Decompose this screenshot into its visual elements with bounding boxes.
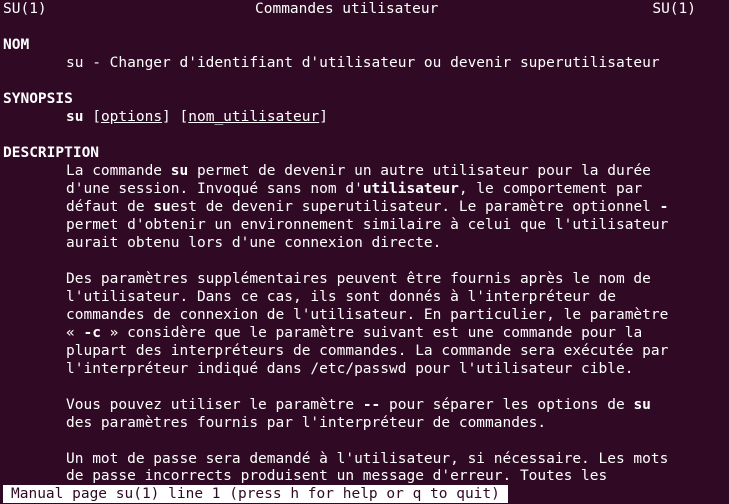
text-run: La commande [66, 163, 171, 179]
description-line: l'utilisateur. Dans ce cas, ils sont don… [66, 289, 616, 305]
section-title-nom: NOM [3, 37, 30, 53]
description-line: d'une session. Invoqué sans nom d'utilis… [66, 180, 642, 198]
description-line: des paramètres fournis par l'interpréteu… [66, 415, 547, 431]
synopsis-bracket-open: [ [83, 109, 101, 125]
bold-run: -c [83, 325, 101, 341]
description-line: l'interpréteur indiqué dans /etc/passwd … [66, 361, 634, 377]
synopsis-user: nom_utilisateur [188, 109, 320, 125]
description-line: défaut de suest de devenir superutilisat… [66, 198, 668, 216]
description-line: permet d'obtenir un environnement simila… [66, 217, 669, 233]
section-title-description: DESCRIPTION [3, 145, 100, 161]
text-run: « [66, 325, 84, 341]
bold-run: - [659, 199, 669, 215]
header-left: SU(1) [3, 1, 47, 17]
description-line: Des paramètres supplémentaires peuvent ê… [66, 271, 651, 287]
bold-run: -- [362, 397, 381, 413]
bold-run: utilisateur [362, 181, 459, 197]
text-run: permet de devenir un autre utilisateur p… [188, 163, 651, 179]
synopsis-command: su [66, 109, 84, 125]
description-line: Vous pouvez utiliser le paramètre -- pou… [66, 396, 651, 414]
bold-run: su [633, 397, 651, 413]
bold-run: su [153, 199, 171, 215]
nom-text: su - Changer d'identifiant d'utilisateur… [66, 55, 660, 71]
text-run: » considère que le paramètre suivant est… [100, 325, 643, 341]
text-run: défaut de [66, 199, 154, 215]
header-right: SU(1) [652, 1, 696, 17]
synopsis-line: su [options] [nom_utilisateur] [66, 108, 328, 126]
section-title-synopsis: SYNOPSIS [3, 91, 73, 107]
synopsis-bracket-close: ] [319, 109, 328, 125]
description-line: Un mot de passe sera demandé à l'utilisa… [66, 451, 669, 467]
text-run: pour séparer les options de [380, 397, 634, 413]
description-line: commandes de connexion de l'utilisateur.… [66, 307, 669, 323]
description-line: « -c » considère que le paramètre suivan… [66, 324, 642, 342]
description-line: aurait obtenu lors d'une connexion direc… [66, 235, 442, 251]
man-page-header: SU(1) Commandes utilisateur SU(1) [3, 0, 696, 18]
description-line: de passe incorrects produisent un messag… [66, 468, 608, 484]
text-run: , le comportement par [458, 181, 643, 197]
description-line: plupart des interpréteurs de commandes. … [66, 343, 669, 359]
text-run: Vous pouvez utiliser le paramètre [66, 397, 363, 413]
text-run: est de devenir superutilisateur. Le para… [170, 199, 660, 215]
bold-run: su [170, 163, 189, 179]
synopsis-bracket-mid: ] [ [162, 109, 189, 125]
synopsis-options: options [100, 109, 163, 125]
text-run: d'une session. Invoqué sans nom d' [66, 181, 363, 197]
description-line: La commande su permet de devenir un autr… [66, 162, 651, 180]
header-center: Commandes utilisateur [255, 1, 439, 17]
pager-status-bar: Manual page su(1) line 1 (press h for he… [3, 485, 508, 503]
terminal-window[interactable]: SU(1) Commandes utilisateur SU(1) NOM su… [0, 0, 729, 504]
